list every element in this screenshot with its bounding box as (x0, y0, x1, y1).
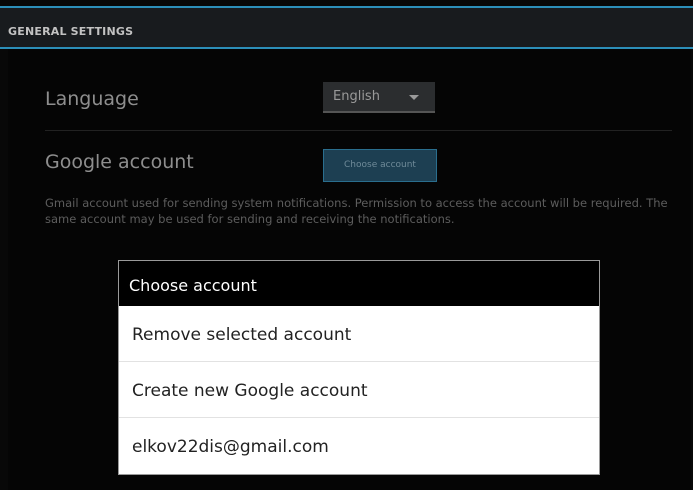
create-new-google-account-option[interactable]: Create new Google account (119, 362, 599, 418)
language-value: English (333, 89, 380, 104)
chevron-down-icon (409, 95, 419, 100)
language-label: Language (45, 88, 139, 110)
dialog-title-bar: Choose account (119, 261, 599, 306)
google-account-label: Google account (45, 151, 194, 173)
section-title: GENERAL SETTINGS (8, 25, 134, 38)
google-account-description: Gmail account used for sending system no… (45, 196, 668, 226)
language-select[interactable]: English (323, 82, 435, 113)
settings-screen: GENERAL SETTINGS Language English Google… (0, 0, 693, 490)
remove-selected-account-option[interactable]: Remove selected account (119, 306, 599, 362)
option-label: elkov22dis@gmail.com (132, 437, 329, 457)
choose-account-dialog: Choose account Remove selected account C… (118, 260, 600, 475)
option-label: Remove selected account (132, 325, 352, 345)
section-header: GENERAL SETTINGS (0, 8, 693, 48)
divider (45, 130, 672, 131)
option-label: Create new Google account (132, 381, 368, 401)
dialog-title: Choose account (129, 276, 257, 295)
choose-account-button-label: Choose account (344, 160, 416, 170)
choose-account-button[interactable]: Choose account (323, 149, 437, 182)
account-option-elkov22dis[interactable]: elkov22dis@gmail.com (119, 418, 599, 474)
